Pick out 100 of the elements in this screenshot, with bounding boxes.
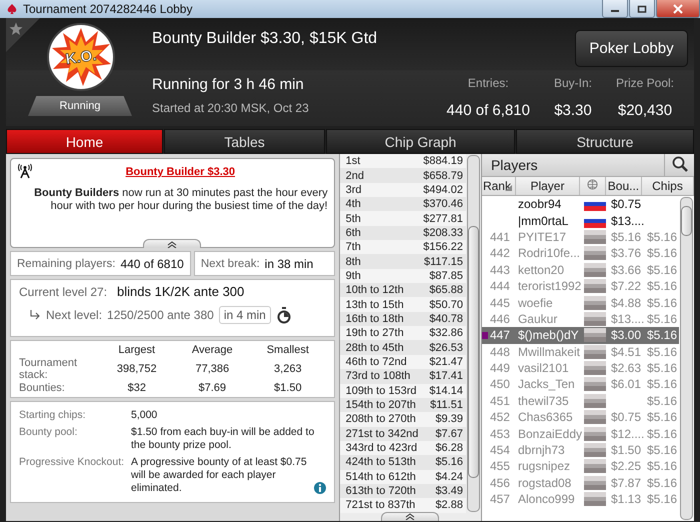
chips-cell: $5.16 [646,279,677,294]
payout-prize: $370.46 [423,198,463,210]
stat-value: 440 of 6,810 [446,102,530,119]
player-name: Rodri10fe... [516,246,582,260]
player-name: BonzaiEddy [516,426,582,441]
player-name: |mm0rtaL [516,214,570,228]
sort-icon [504,185,512,191]
remaining-value: 440 of 6810 [120,256,184,270]
chips-cell: $5.16 [646,328,677,342]
tab[interactable]: Structure [516,129,694,154]
bounty-cell: $2.25 [610,459,641,474]
player-row[interactable]: 443 ketton20 $3.66 $5.16 [482,262,679,278]
column-header[interactable]: Player [516,177,580,195]
search-icon [672,156,688,172]
tournament-title: Bounty Builder $3.30, $15K Gtd [152,30,378,48]
turn-arrow-icon [29,310,41,320]
payout-prize: $9.39 [435,413,463,426]
player-row[interactable]: |mm0rtaL $13.... [482,212,679,229]
table-cell-text: 3,263 [273,363,303,375]
payout-place: 16th to 18th [346,312,404,325]
maximize-button[interactable] [629,0,655,18]
payout-prize: $50.70 [429,298,463,311]
player-row[interactable]: zoobr94 $0.75 [482,196,679,212]
player-name: Mwillmakeit [516,344,581,359]
scrollbar[interactable] [680,197,693,520]
bounty-cell: $6.01 [610,377,641,392]
flag-icon [584,344,606,359]
payout-place: 9th [346,270,361,282]
player-row[interactable]: 447 $()meb()dY $3.00 $5.16 [482,327,679,344]
player-row[interactable]: 454 dbrnjh73 $1.50 $5.16 [482,442,679,458]
bounty-cell: $7.22 [610,279,641,294]
player-row[interactable]: 446 Gaukur $13.... $5.16 [482,310,679,328]
payout-place: 721st to 837th [346,499,416,512]
window-title: Tournament 2074282446 Lobby [23,2,192,16]
player-row[interactable]: 444 terorist1992 $7.22 $5.16 [482,278,679,294]
status-ribbon: Running [28,96,132,116]
chips-cell: $5.16 [646,230,677,244]
bounty-cell: $0.75 [610,410,641,424]
player-row[interactable]: 457 Alonco999 $1.13 $5.16 [482,491,679,508]
flag-icon [584,459,606,474]
next-level-time: in 4 min [218,306,271,324]
player-row[interactable]: 456 rogstad08 $7.87 $5.16 [482,474,679,492]
flag-icon [584,279,606,294]
favorite-star-icon[interactable] [9,22,23,36]
player-row[interactable]: 448 Mwillmakeit $4.51 $5.16 [482,344,679,360]
payout-place: 73rd to 108th [346,370,410,382]
chips-cell: $5.16 [646,262,677,277]
tab[interactable]: Tables [164,129,325,154]
chips-cell: $5.16 [646,459,677,474]
player-row[interactable]: 452 Chas6365 $0.75 $5.16 [482,409,679,426]
poker-lobby-button[interactable]: Poker Lobby [575,30,688,67]
scrollbar[interactable] [466,155,480,512]
ko-logo: K.O. [46,22,116,92]
rank-cell: 452 [490,410,510,424]
player-row[interactable]: 455 rugsnipez $2.25 $5.16 [482,458,679,475]
minimize-button[interactable] [602,0,628,18]
payout-place: 6th [346,226,361,239]
current-level-label: Current level 27: [19,284,108,298]
player-row[interactable]: 445 woefie $4.88 $5.16 [482,294,679,311]
rank-cell: 454 [490,443,510,458]
tab[interactable]: Home [6,129,163,154]
player-row[interactable]: 449 vasil2101 $2.63 $5.16 [482,360,679,376]
next-break-label: Next break: [200,258,260,270]
info-label: Starting chips: [19,409,87,422]
player-name: Jacks_Ten [516,377,576,392]
column-header: Largest [117,344,156,356]
bounty-cell: $1.50 [610,443,641,458]
player-row[interactable]: 453 BonzaiEddy $12.... $5.16 [482,425,679,442]
payout-prize: $208.33 [423,226,463,239]
payout-prize: $6.28 [435,442,463,454]
player-name: zoobr94 [516,197,562,212]
stat-label: Prize Pool: [616,76,674,90]
payout-place: 271st to 342nd [346,428,418,440]
player-name: Chas6365 [516,410,574,424]
stopwatch-icon [276,306,292,324]
stat-label: Buy-In: [554,76,592,90]
current-level-value: blinds 1K/2K ante 300 [117,284,244,299]
flag-icon [584,230,606,244]
tab[interactable]: Chip Graph [326,129,515,154]
collapse-button[interactable] [143,239,202,248]
column-header[interactable]: Rank [482,177,516,195]
player-row[interactable]: 442 Rodri10fe... $3.76 $5.16 [482,245,679,262]
payout-place: 7th [346,241,361,254]
player-name: $()meb()dY [516,328,580,342]
payout-prize: $2.88 [435,499,463,512]
payout-prize: $17.41 [429,370,463,382]
payout-prize: $884.19 [423,155,463,168]
flag-icon [584,312,606,326]
chips-cell: $5.16 [646,296,677,310]
payout-place: 154th to 207th [346,399,416,412]
news-link[interactable]: Bounty Builder $3.30 [126,166,235,178]
close-button[interactable] [656,0,700,18]
column-header[interactable]: Chips [642,177,694,195]
player-row[interactable]: 451 thewil735 $5.16 [482,392,679,410]
payout-place: 46th to 72nd [346,356,407,368]
player-row[interactable]: 441 PYITE17 $5.16 $5.16 [482,228,679,246]
column-header[interactable]: Bou... [606,177,642,195]
player-row[interactable]: 450 Jacks_Ten $6.01 $5.16 [482,376,679,393]
info-icon[interactable] [314,482,326,494]
rank-cell: 442 [490,246,510,260]
